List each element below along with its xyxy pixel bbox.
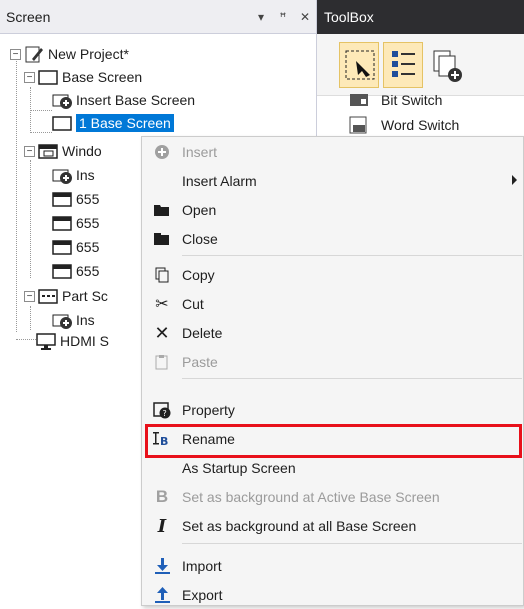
collapse-icon[interactable]: − <box>24 71 35 83</box>
screen-icon <box>38 70 58 85</box>
select-tool-button[interactable] <box>339 42 379 88</box>
toolbox-item-bit-switch[interactable]: Bit Switch <box>317 89 442 111</box>
tree-node-project[interactable]: − New Project* <box>10 43 129 65</box>
menu-item-property[interactable]: ? Property <box>142 396 523 424</box>
menu-separator <box>182 378 522 379</box>
tree-node-insert-part[interactable]: Ins <box>52 309 95 331</box>
tree-node-part-screen[interactable]: − Part Sc <box>24 285 108 307</box>
submenu-arrow-icon <box>512 175 517 185</box>
window-screen-icon <box>52 264 72 279</box>
tree-node-window-3[interactable]: 655 <box>52 236 99 258</box>
folder-open-icon <box>154 205 169 216</box>
menu-item-delete[interactable]: ✕ Delete <box>142 319 523 347</box>
copy-icon <box>155 267 169 283</box>
window-screen-icon <box>52 192 72 207</box>
window-screen-icon <box>52 216 72 231</box>
italic-i-icon: I <box>157 515 167 537</box>
screen-panel-title: Screen <box>6 8 51 25</box>
bit-switch-icon <box>350 94 368 106</box>
toolbox-title: ToolBox <box>324 9 374 25</box>
insert-screen-icon <box>52 314 72 329</box>
toolbox-toolbar <box>317 34 524 96</box>
select-arrow-icon <box>345 50 375 80</box>
screen-panel-header: Screen ▾ ꟸ ✕ <box>0 0 316 34</box>
window-screen-icon <box>38 144 58 159</box>
tree-node-hdmi[interactable]: HDMI S <box>36 330 109 352</box>
tree-node-window-screen[interactable]: − Windo <box>24 140 102 162</box>
add-circle-icon <box>155 145 169 159</box>
project-icon <box>25 46 43 63</box>
collapse-icon[interactable]: − <box>24 290 35 302</box>
insert-screen-icon <box>52 94 72 109</box>
toolbox-header: ToolBox <box>317 0 524 34</box>
import-icon <box>155 558 170 574</box>
bold-b-icon: B <box>155 487 169 506</box>
svg-text:?: ? <box>163 409 167 418</box>
menu-item-open[interactable]: Open <box>142 196 523 224</box>
monitor-icon <box>36 333 56 350</box>
tree-node-window-4[interactable]: 655 <box>52 260 99 282</box>
menu-item-paste[interactable]: Paste <box>142 348 523 376</box>
word-switch-icon <box>349 116 367 134</box>
menu-separator <box>182 255 522 256</box>
menu-item-cut[interactable]: ✂ Cut <box>142 290 523 318</box>
menu-item-export[interactable]: Export <box>142 581 523 609</box>
delete-x-icon: ✕ <box>154 322 170 343</box>
property-icon: ? <box>153 402 171 419</box>
collapse-icon[interactable]: − <box>10 48 21 60</box>
scissors-icon: ✂ <box>155 296 169 313</box>
paste-icon <box>155 355 168 370</box>
tree-node-insert-window[interactable]: Ins <box>52 164 95 186</box>
window-screen-icon <box>52 240 72 255</box>
menu-item-import[interactable]: Import <box>142 552 523 580</box>
selected-node-label: 1 Base Screen <box>76 114 174 132</box>
close-icon[interactable]: ✕ <box>294 10 316 24</box>
screen-icon <box>52 116 72 131</box>
insert-screen-icon <box>52 169 72 184</box>
tree-node-window-2[interactable]: 655 <box>52 212 99 234</box>
menu-item-insert[interactable]: Insert <box>142 138 523 166</box>
menu-item-copy[interactable]: Copy <box>142 261 523 289</box>
export-icon <box>155 587 170 603</box>
folder-close-icon <box>154 233 169 245</box>
menu-item-insert-alarm[interactable]: Insert Alarm <box>142 167 523 195</box>
list-icon <box>392 51 415 77</box>
menu-separator <box>182 543 522 544</box>
context-menu: Insert Insert Alarm Open Close Copy ✂ Cu… <box>141 136 524 606</box>
list-view-button[interactable] <box>383 42 423 88</box>
menu-item-set-bg-active[interactable]: B Set as background at Active Base Scree… <box>142 483 523 511</box>
menu-item-set-bg-all[interactable]: I Set as background at all Base Screen <box>142 512 523 540</box>
add-object-icon <box>433 50 462 82</box>
dropdown-icon[interactable]: ▾ <box>250 10 272 24</box>
tree-node-insert-base-screen[interactable]: Insert Base Screen <box>52 89 195 111</box>
part-screen-icon <box>38 289 58 304</box>
add-object-button[interactable] <box>427 42 467 88</box>
menu-item-as-startup-screen[interactable]: As Startup Screen <box>142 454 523 482</box>
tree-node-base-screen-1[interactable]: 1 Base Screen <box>52 112 174 134</box>
pin-icon[interactable]: ꟸ <box>272 10 294 24</box>
tree-node-window-1[interactable]: 655 <box>52 188 99 210</box>
collapse-icon[interactable]: − <box>24 145 35 157</box>
rename-highlight-box <box>145 424 522 458</box>
menu-item-close[interactable]: Close <box>142 225 523 253</box>
tree-node-base-screen[interactable]: − Base Screen <box>24 66 142 88</box>
toolbox-item-word-switch[interactable]: Word Switch <box>317 114 459 136</box>
